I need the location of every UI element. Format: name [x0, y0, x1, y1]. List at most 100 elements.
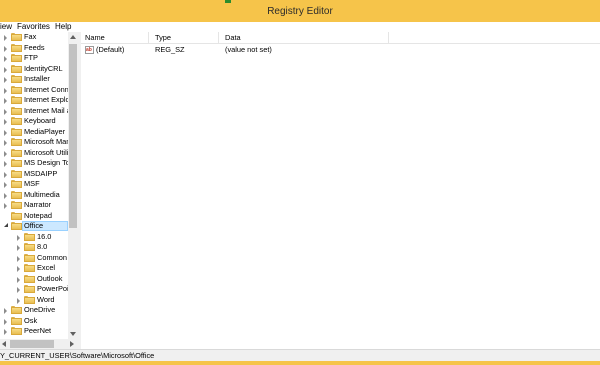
- expand-arrow-icon[interactable]: [17, 234, 20, 241]
- expand-arrow-icon[interactable]: [4, 66, 7, 73]
- tree-item[interactable]: Installer: [0, 74, 68, 84]
- expand-arrow-icon[interactable]: [4, 45, 7, 52]
- tree-item-label: MS Design Too: [24, 158, 68, 167]
- folder-icon: [24, 243, 35, 251]
- column-header-data[interactable]: Data: [225, 33, 241, 42]
- expand-arrow-icon[interactable]: [4, 56, 7, 62]
- expand-arrow-icon[interactable]: [4, 182, 7, 188]
- expand-arrow-icon[interactable]: [4, 87, 7, 94]
- collapse-arrow-icon[interactable]: [4, 223, 9, 228]
- tree-item-label: PowerPoin: [37, 284, 68, 293]
- tree-child-item[interactable]: PowerPoin: [0, 284, 68, 294]
- tree-item[interactable]: FTP: [0, 53, 68, 63]
- tree-item[interactable]: Feeds: [0, 43, 68, 53]
- expand-arrow-icon[interactable]: [4, 171, 7, 178]
- folder-icon: [11, 85, 22, 94]
- expand-arrow-icon[interactable]: [4, 161, 7, 167]
- expand-arrow-icon[interactable]: [4, 98, 7, 104]
- expand-arrow-icon[interactable]: [17, 245, 20, 251]
- menu-view[interactable]: iew: [0, 22, 12, 32]
- expand-arrow-icon[interactable]: [4, 192, 7, 199]
- tree-child-item[interactable]: 16.0: [0, 232, 68, 242]
- column-divider[interactable]: [218, 32, 219, 43]
- tree-item[interactable]: Internet Mail a: [0, 106, 68, 116]
- tree-item[interactable]: Osk: [0, 316, 68, 326]
- folder-icon: [11, 316, 22, 325]
- tree-item[interactable]: Fax: [0, 32, 68, 42]
- expand-arrow-icon[interactable]: [17, 276, 20, 283]
- folder-icon: [11, 54, 22, 62]
- scroll-thumb[interactable]: [69, 44, 77, 228]
- tree-item-label: Osk: [24, 315, 38, 325]
- values-pane[interactable]: Name Type Data (Default) REG_SZ (value n…: [81, 32, 600, 349]
- menu-favorites[interactable]: Favorites: [17, 22, 50, 32]
- value-type: REG_SZ: [155, 45, 185, 54]
- tree-item[interactable]: MSDAIPP: [0, 169, 68, 179]
- tree-item-label: MediaPlayer: [24, 126, 66, 136]
- horizontal-scroll-thumb[interactable]: [10, 340, 54, 348]
- expand-arrow-icon[interactable]: [4, 150, 7, 157]
- expand-arrow-icon[interactable]: [4, 329, 7, 335]
- tree-item[interactable]: PeerNet: [0, 326, 68, 336]
- menu-help[interactable]: Help: [55, 22, 71, 32]
- string-value-icon: [85, 45, 94, 55]
- tree-child-item[interactable]: 8.0: [0, 242, 68, 252]
- column-header-name[interactable]: Name: [85, 33, 105, 42]
- folder-icon: [11, 159, 22, 167]
- tree-item[interactable]: Internet Conne: [0, 85, 68, 95]
- folder-icon: [11, 43, 22, 52]
- expand-arrow-icon[interactable]: [17, 297, 20, 304]
- value-row[interactable]: (Default) REG_SZ (value not set): [81, 45, 600, 55]
- tree-child-item[interactable]: Outlook: [0, 274, 68, 284]
- tree-horizontal-scrollbar[interactable]: [0, 339, 78, 349]
- tree-item[interactable]: IdentityCRL: [0, 64, 68, 74]
- tree-item-label: OneDrive: [24, 305, 56, 314]
- tree-item[interactable]: Microsoft Utili: [0, 148, 68, 158]
- tree-item[interactable]: Office: [0, 221, 68, 231]
- folder-icon: [11, 222, 22, 230]
- registry-tree[interactable]: Fax Feeds FTP IdentityCRL Installer Internet …: [0, 32, 68, 339]
- tree-item[interactable]: OneDrive: [0, 305, 68, 315]
- expand-arrow-icon[interactable]: [4, 203, 7, 209]
- column-header-type[interactable]: Type: [155, 33, 171, 42]
- expand-arrow-icon[interactable]: [4, 129, 7, 136]
- tree-item[interactable]: Multimedia: [0, 190, 68, 200]
- tree-item-label: Microsoft Utili: [24, 147, 68, 157]
- tree-item-label: Notepad: [24, 210, 52, 220]
- tree-child-item[interactable]: Excel: [0, 263, 68, 273]
- menu-bar: iew Favorites Help: [0, 22, 600, 32]
- tree-item[interactable]: Internet Explor: [0, 95, 68, 105]
- tree-vertical-scrollbar[interactable]: [68, 32, 78, 339]
- tree-child-item[interactable]: Common: [0, 253, 68, 263]
- tree-child-item[interactable]: Word: [0, 295, 68, 305]
- expand-arrow-icon[interactable]: [17, 266, 20, 272]
- expand-arrow-icon[interactable]: [4, 140, 7, 146]
- tree-item[interactable]: Notepad: [0, 211, 68, 221]
- tree-item-label: Installer: [24, 74, 50, 83]
- column-divider[interactable]: [148, 32, 149, 43]
- expand-arrow-icon[interactable]: [17, 287, 20, 293]
- folder-icon: [11, 138, 22, 146]
- tree-item-label: PeerNet: [24, 326, 52, 335]
- folder-icon: [11, 148, 22, 157]
- tree-item[interactable]: Narrator: [0, 200, 68, 210]
- expand-arrow-icon[interactable]: [17, 255, 20, 262]
- folder-icon: [11, 327, 22, 335]
- scroll-down-arrow-icon[interactable]: [68, 329, 78, 339]
- folder-icon: [11, 306, 22, 314]
- tree-item[interactable]: MS Design Too: [0, 158, 68, 168]
- scroll-up-arrow-icon[interactable]: [68, 32, 78, 42]
- tree-item[interactable]: MSF: [0, 179, 68, 189]
- tree-item[interactable]: Keyboard: [0, 116, 68, 126]
- folder-icon: [24, 232, 35, 241]
- title-bar[interactable]: Registry Editor: [0, 0, 600, 23]
- expand-arrow-icon[interactable]: [4, 308, 7, 314]
- expand-arrow-icon[interactable]: [4, 318, 7, 325]
- expand-arrow-icon[interactable]: [4, 77, 7, 83]
- tree-item[interactable]: Microsoft Man: [0, 137, 68, 147]
- expand-arrow-icon[interactable]: [4, 35, 7, 41]
- expand-arrow-icon[interactable]: [4, 108, 7, 115]
- column-divider[interactable]: [388, 32, 389, 43]
- tree-item[interactable]: MediaPlayer: [0, 127, 68, 137]
- expand-arrow-icon[interactable]: [4, 119, 7, 125]
